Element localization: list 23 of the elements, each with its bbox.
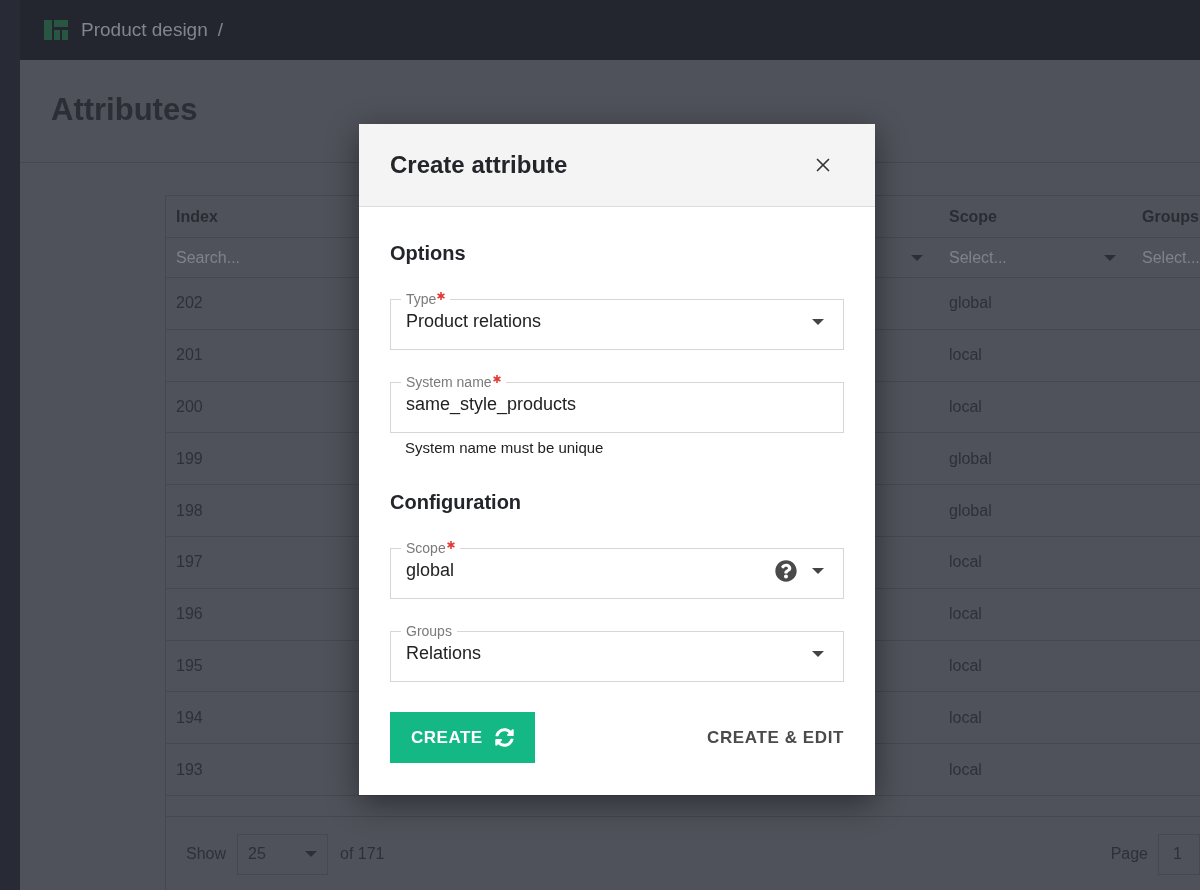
text-input[interactable]: System name same_style_products — [390, 373, 844, 433]
select-field[interactable]: Type Product relations — [390, 290, 844, 350]
field-label: System name — [406, 373, 492, 391]
helper-text: System name must be unique — [404, 438, 605, 458]
create-edit-button[interactable]: CREATE & EDIT — [686, 712, 865, 763]
section-heading: Configuration — [390, 490, 523, 515]
field-label: Type — [406, 290, 437, 308]
caret-icon — [1104, 254, 1116, 261]
caret-icon — [305, 851, 318, 857]
caret-icon — [812, 318, 824, 325]
create-button[interactable]: CREATE — [390, 712, 535, 763]
breadcrumb-separator: / — [217, 17, 224, 42]
field-label: Groups — [406, 622, 452, 640]
breadcrumb-link[interactable]: Product design — [81, 15, 208, 45]
section-heading: Options — [390, 241, 467, 266]
caret-icon — [812, 650, 824, 657]
select-field[interactable]: Scope global — [390, 539, 844, 599]
help-icon[interactable] — [775, 559, 797, 582]
logo-icon — [44, 20, 68, 40]
field-label: Scope — [406, 539, 446, 557]
dialog-title: Create attribute — [390, 150, 568, 180]
caret-icon — [812, 567, 824, 574]
sync-icon — [494, 728, 514, 747]
